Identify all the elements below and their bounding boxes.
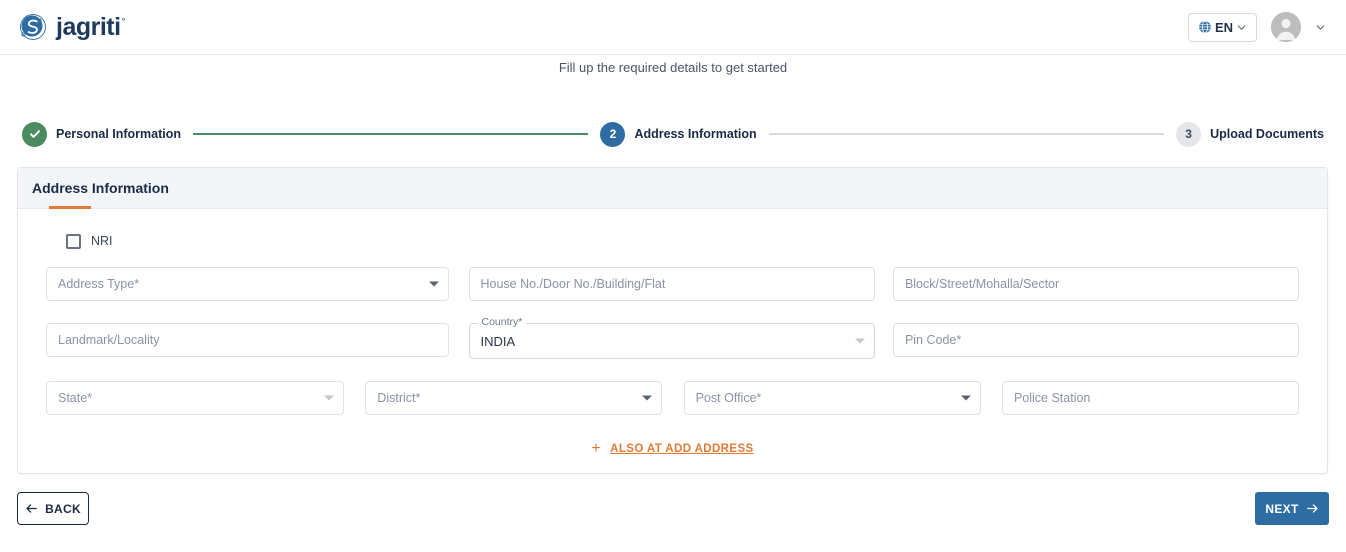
block-street-placeholder: Block/Street/Mohalla/Sector: [904, 277, 1060, 291]
landmark-placeholder: Landmark/Locality: [58, 333, 160, 347]
step-upload-documents[interactable]: 3 Upload Documents: [1176, 121, 1324, 147]
back-button[interactable]: BACK: [17, 492, 89, 525]
pin-code-input[interactable]: Pin Code*: [892, 323, 1299, 357]
chevron-down-icon: [1236, 22, 1247, 33]
post-office-placeholder: Post Office*: [695, 391, 762, 405]
pin-code-placeholder: Pin Code*: [904, 333, 962, 347]
globe-icon: [1198, 20, 1212, 34]
form-row-1: Address Type* House No./Door No./Buildin…: [46, 267, 1299, 301]
police-station-placeholder: Police Station: [1013, 391, 1091, 405]
state-chevron-down-icon: [324, 395, 335, 401]
brand-degree-mark: °: [121, 15, 126, 26]
progress-stepper: Personal Information 2 Address Informati…: [22, 120, 1324, 148]
form-row-2: Landmark/Locality Country* INDIA Pin Cod…: [46, 316, 1299, 359]
post-office-select[interactable]: Post Office*: [683, 381, 981, 415]
card-header: Address Information: [18, 168, 1327, 209]
step-1-status-circle: [22, 121, 47, 147]
pin-code-field: Pin Code*: [892, 323, 1299, 359]
district-chevron-down-icon: [642, 395, 653, 401]
next-button[interactable]: NEXT: [1255, 492, 1329, 525]
brand-name: jagriti°: [56, 12, 126, 41]
form-row-3: State* District* Post Office* Police Sta…: [46, 381, 1299, 415]
address-type-select[interactable]: Address Type*: [46, 267, 450, 301]
step-personal-information[interactable]: Personal Information: [22, 121, 182, 147]
address-information-card: Address Information NRI Address Type* Ho…: [17, 167, 1328, 474]
police-station-field: Police Station: [1001, 381, 1299, 415]
landmark-input[interactable]: Landmark/Locality: [46, 323, 450, 357]
country-select[interactable]: INDIA: [468, 323, 875, 359]
language-label: EN: [1214, 19, 1233, 35]
address-type-chevron-down-icon: [429, 281, 440, 287]
step-address-information[interactable]: 2 Address Information: [600, 121, 757, 147]
step-2-label: Address Information: [634, 127, 757, 141]
address-type-field: Address Type*: [46, 267, 450, 301]
card-title: Address Information: [32, 180, 169, 196]
brand-logo[interactable]: jagriti°: [16, 10, 126, 44]
add-address-row: + ALSO AT ADD ADDRESS: [46, 441, 1299, 457]
nri-checkbox[interactable]: [66, 233, 81, 249]
nri-checkbox-label: NRI: [91, 234, 113, 248]
country-field: Country* INDIA: [468, 316, 875, 359]
page-subtitle: Fill up the required details to get star…: [558, 60, 788, 75]
card-body: NRI Address Type* House No./Door No./Bui…: [18, 209, 1327, 457]
post-office-field: Post Office*: [683, 381, 981, 415]
country-label: Country*: [477, 316, 527, 328]
police-station-input[interactable]: Police Station: [1001, 381, 1299, 415]
district-field: District*: [365, 381, 663, 415]
language-selector[interactable]: EN: [1187, 12, 1257, 42]
country-value: INDIA: [480, 333, 516, 349]
house-no-field: House No./Door No./Building/Flat: [468, 267, 875, 301]
country-chevron-down-icon: [854, 338, 865, 344]
address-type-placeholder: Address Type*: [58, 277, 140, 291]
block-street-input[interactable]: Block/Street/Mohalla/Sector: [892, 267, 1299, 301]
account-chevron-down-icon: [1315, 22, 1326, 33]
account-menu[interactable]: [1271, 12, 1326, 42]
house-no-input[interactable]: House No./Door No./Building/Flat: [468, 267, 875, 301]
jagriti-circular-s-network-logo-icon: [16, 10, 50, 44]
step-3-label: Upload Documents: [1210, 127, 1324, 141]
landmark-field: Landmark/Locality: [46, 323, 450, 359]
nri-checkbox-row: NRI: [66, 227, 1299, 255]
state-select[interactable]: State*: [46, 381, 345, 415]
also-at-add-address-link[interactable]: + ALSO AT ADD ADDRESS: [591, 441, 753, 457]
state-placeholder: State*: [58, 391, 93, 405]
block-street-field: Block/Street/Mohalla/Sector: [892, 267, 1299, 301]
district-placeholder: District*: [377, 391, 421, 405]
house-no-placeholder: House No./Door No./Building/Flat: [480, 277, 666, 291]
step-connector-1: [193, 133, 589, 135]
district-select[interactable]: District*: [365, 381, 663, 415]
step-3-status-circle: 3: [1176, 121, 1202, 147]
active-tab-indicator: [49, 206, 91, 209]
next-button-label: NEXT: [1265, 501, 1299, 516]
post-office-chevron-down-icon: [960, 395, 971, 401]
arrow-left-icon: [25, 502, 38, 515]
state-field: State*: [46, 381, 345, 415]
plus-icon: +: [591, 440, 602, 457]
registration-page: jagriti° EN Fill up the required details…: [0, 0, 1346, 552]
step-2-status-circle: 2: [600, 121, 626, 147]
step-connector-2: [768, 133, 1165, 135]
arrow-right-icon: [1306, 502, 1319, 515]
step-1-label: Personal Information: [56, 127, 182, 141]
user-avatar-icon: [1271, 12, 1301, 42]
app-header: jagriti° EN: [0, 0, 1346, 55]
header-actions: EN: [1187, 12, 1326, 42]
back-button-label: BACK: [45, 501, 81, 516]
also-at-add-address-label: ALSO AT ADD ADDRESS: [610, 443, 754, 455]
